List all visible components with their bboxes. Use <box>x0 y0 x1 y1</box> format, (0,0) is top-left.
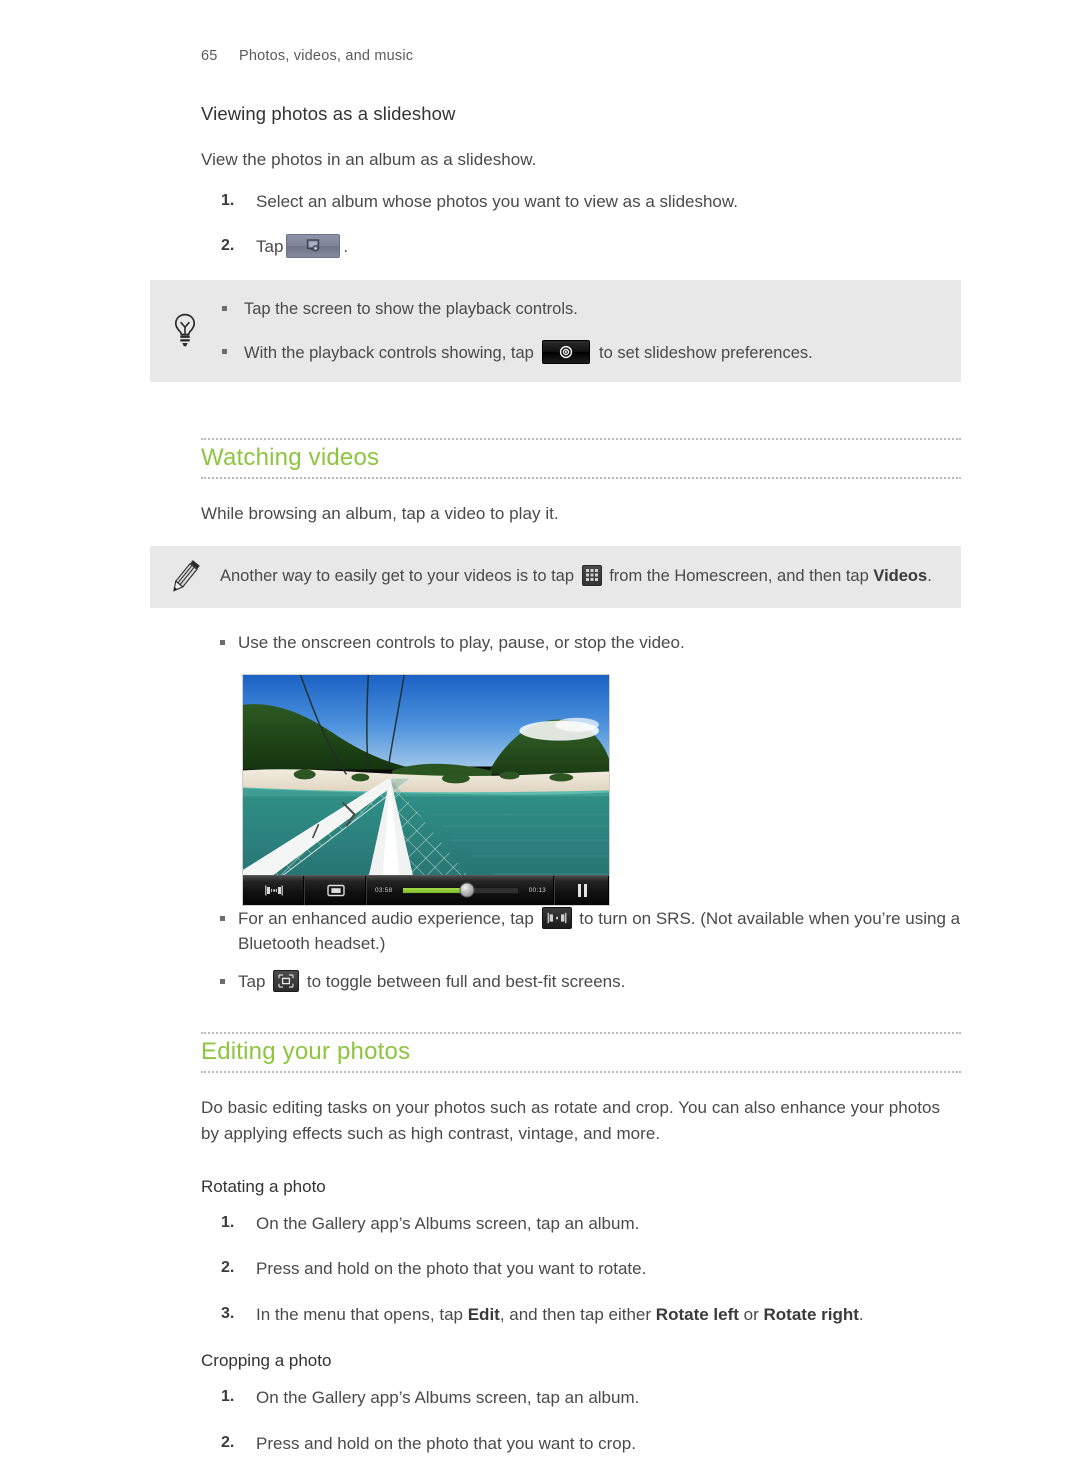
tip-bullet-text-after: to set slideshow preferences. <box>599 343 813 362</box>
apps-grid-glyph <box>583 566 601 585</box>
aspect-fit-glyph <box>274 971 298 991</box>
srs-audio-glyph <box>543 908 571 928</box>
video-screenshot-figure: 03:58 00:13 <box>242 673 610 906</box>
pencil-icon <box>168 555 202 599</box>
lightbulb-icon <box>168 309 202 353</box>
step-text: Tap <box>256 237 284 257</box>
divider-bottom <box>201 1071 961 1074</box>
slideshow-icon <box>286 234 341 259</box>
step-text: On the Gallery app’s Albums screen, tap … <box>256 1213 640 1233</box>
chapter-title: Photos, videos, and music <box>239 48 414 64</box>
fit-text-before: Tap <box>238 971 266 991</box>
heading-cropping-a-photo: Cropping a photo <box>201 1351 332 1371</box>
step-item: 3. In the menu that opens, tap Edit, and… <box>201 1302 961 1328</box>
cropping-steps: 1. On the Gallery app’s Albums screen, t… <box>201 1385 961 1456</box>
srs-text-before: For an enhanced audio experience, tap <box>238 908 534 928</box>
page-number: 65 <box>201 48 218 64</box>
page-content: Viewing photos as a slideshow View the p… <box>150 103 961 1476</box>
step-text-tail: . <box>343 237 349 257</box>
srs-audio-icon <box>264 885 283 896</box>
total-time: 00:13 <box>528 886 546 894</box>
editing-photos-intro: Do basic editing tasks on your photos su… <box>201 1098 941 1143</box>
heading-watching-videos: Watching videos <box>201 444 380 472</box>
aspect-fit-icon <box>273 969 300 992</box>
step-text: On the Gallery app’s Albums screen, tap … <box>256 1388 640 1408</box>
step-text-end: . <box>858 1304 864 1324</box>
step-number: 1. <box>221 191 235 209</box>
step-number: 1. <box>221 1213 235 1231</box>
note-text-after: . <box>927 567 932 586</box>
step-number: 3. <box>221 1304 235 1322</box>
video-controls-bullet-list: Use the onscreen controls to play, pause… <box>201 630 961 656</box>
tip-bullet: Tap the screen to show the playback cont… <box>220 297 937 322</box>
step-text-mid: , and then tap either <box>499 1304 652 1324</box>
step-item: 1. Select an album whose photos you want… <box>201 189 961 215</box>
seek-progress-fill <box>403 887 468 893</box>
bullet-item: Use the onscreen controls to play, pause… <box>201 630 961 656</box>
elapsed-time: 03:58 <box>375 886 393 894</box>
aspect-fit-button[interactable] <box>305 875 367 905</box>
step-text-or: or <box>743 1304 759 1324</box>
step-number: 2. <box>221 237 235 255</box>
srs-audio-button[interactable] <box>243 875 305 905</box>
srs-audio-icon <box>541 906 572 929</box>
step-number: 1. <box>221 1388 235 1406</box>
step-text-before: In the menu that opens, tap <box>256 1304 463 1324</box>
seek-bar-segment[interactable]: 03:58 00:13 <box>367 875 555 905</box>
menu-item-rotate-right: Rotate right <box>763 1304 859 1324</box>
divider-bottom <box>201 477 961 480</box>
boat-photo <box>243 674 609 905</box>
rotating-steps: 1. On the Gallery app’s Albums screen, t… <box>201 1211 961 1328</box>
pause-icon <box>577 883 587 897</box>
section-watching-videos-header: Watching videos <box>201 438 961 480</box>
step-text: Press and hold on the photo that you wan… <box>256 1433 636 1453</box>
settings-gear-icon <box>542 339 591 364</box>
step-text: Press and hold on the photo that you wan… <box>256 1259 647 1279</box>
settings-gear-glyph <box>543 341 589 363</box>
tip-callout: Tap the screen to show the playback cont… <box>150 279 961 383</box>
watching-videos-intro: While browsing an album, tap a video to … <box>201 504 559 524</box>
step-number: 2. <box>221 1433 235 1451</box>
tip-bullet: With the playback controls showing, tap … <box>220 339 937 366</box>
slideshow-steps: 1. Select an album whose photos you want… <box>201 189 961 260</box>
section-editing-photos-header: Editing your photos <box>201 1032 961 1074</box>
apps-grid-icon <box>581 565 602 587</box>
step-item: 2. Press and hold on the photo that you … <box>201 1256 961 1282</box>
aspect-fit-icon <box>326 884 345 896</box>
heading-editing-your-photos: Editing your photos <box>201 1038 411 1066</box>
heading-viewing-photos-slideshow: Viewing photos as a slideshow <box>201 103 456 124</box>
heading-rotating-a-photo: Rotating a photo <box>201 1176 326 1196</box>
fit-text-after: to toggle between full and best-fit scre… <box>306 971 626 991</box>
step-text: Select an album whose photos you want to… <box>256 191 738 211</box>
video-tips-bullet-list: For an enhanced audio experience, tap to… <box>201 906 961 995</box>
slideshow-intro: View the photos in an album as a slidesh… <box>201 150 537 169</box>
step-item: 1. On the Gallery app’s Albums screen, t… <box>201 1385 961 1411</box>
step-item: 2. Tap . <box>201 234 961 260</box>
seek-thumb[interactable] <box>459 882 475 898</box>
menu-item-edit: Edit <box>467 1304 500 1324</box>
video-control-bar[interactable]: 03:58 00:13 <box>243 874 609 905</box>
step-item: 1. On the Gallery app’s Albums screen, t… <box>201 1211 961 1237</box>
tip-bullet-text-before: With the playback controls showing, tap <box>244 343 534 362</box>
menu-item-rotate-left: Rotate left <box>655 1304 739 1324</box>
note-text: Another way to easily get to your videos… <box>220 563 937 590</box>
note-text-mid: from the Homescreen, and then tap <box>609 567 869 586</box>
video-player-screenshot: 03:58 00:13 <box>242 673 610 906</box>
running-header: 65 Photos, videos, and music <box>201 48 413 64</box>
note-bold-word: Videos <box>873 567 928 586</box>
bullet-item: Tap to toggle between full and best-fit … <box>201 969 961 995</box>
step-number: 2. <box>221 1259 235 1277</box>
note-text-before: Another way to easily get to your videos… <box>220 567 575 586</box>
slideshow-icon-glyph <box>287 235 339 257</box>
note-callout: Another way to easily get to your videos… <box>150 546 961 609</box>
tip-bullet-list: Tap the screen to show the playback cont… <box>220 297 937 366</box>
seek-track[interactable] <box>402 882 519 898</box>
manual-page: 65 Photos, videos, and music Viewing pho… <box>0 0 1080 1453</box>
bullet-item: For an enhanced audio experience, tap to… <box>201 906 961 957</box>
pause-button[interactable] <box>555 876 609 905</box>
step-item: 2. Press and hold on the photo that you … <box>201 1431 961 1457</box>
